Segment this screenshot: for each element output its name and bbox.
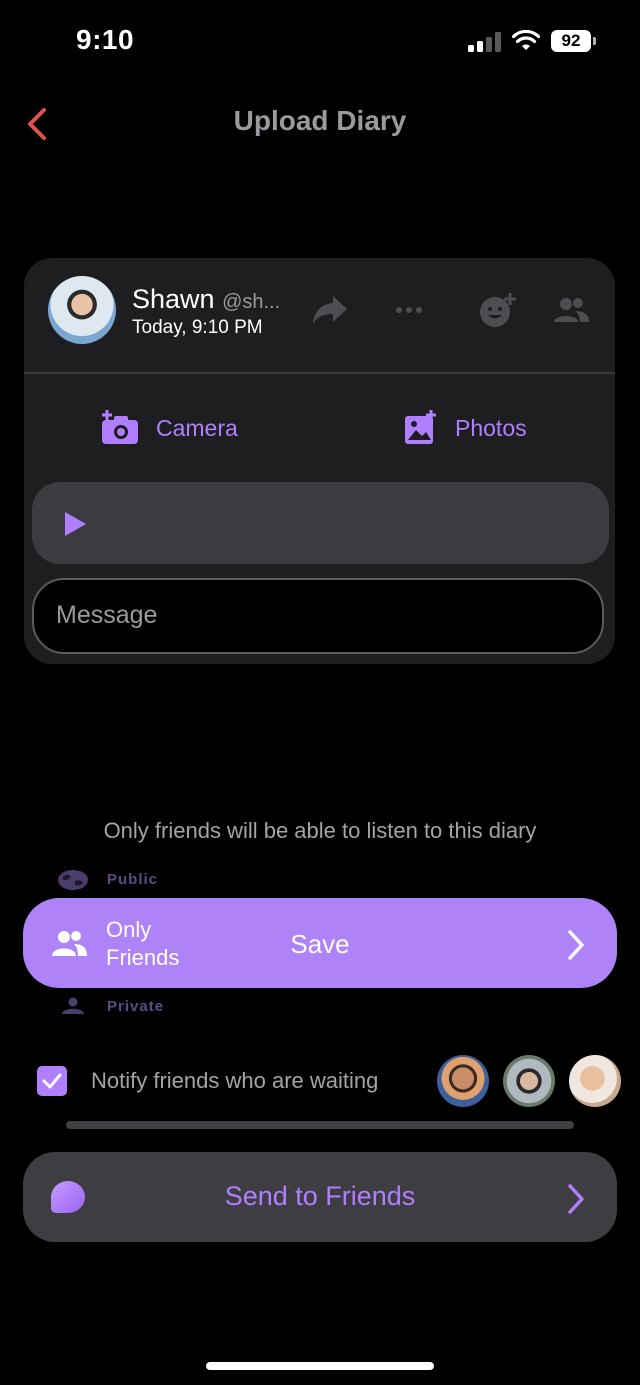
save-label: Save [290, 929, 350, 959]
user-name: Shawn [132, 284, 215, 314]
share-arrow-icon[interactable] [311, 292, 349, 328]
option-public[interactable]: Public [107, 871, 158, 888]
cellular-signal-icon [468, 32, 502, 52]
user-name-row: Shawn @sh... [132, 284, 280, 315]
add-camera-icon [102, 410, 138, 444]
checkmark-icon [42, 1073, 62, 1089]
privacy-note: Only friends will be able to listen to t… [103, 818, 537, 843]
chevron-right-icon [568, 930, 584, 960]
play-icon[interactable] [63, 511, 87, 537]
battery-level: 92 [551, 30, 591, 52]
photos-button[interactable]: Photos [403, 408, 527, 448]
page-title: Upload Diary [233, 105, 407, 136]
more-options-icon[interactable] [394, 292, 424, 328]
friend-avatar[interactable] [569, 1055, 621, 1107]
friend-avatar[interactable] [437, 1055, 489, 1107]
add-reaction-icon[interactable] [478, 292, 518, 328]
person-icon [62, 997, 84, 1014]
message-placeholder: Message [56, 601, 158, 629]
friends-icon[interactable] [551, 292, 591, 328]
friend-avatar[interactable] [503, 1055, 555, 1107]
send-label: Send to Friends [224, 1181, 416, 1211]
camera-button[interactable]: Camera [100, 408, 238, 448]
avatar[interactable] [48, 276, 116, 344]
add-photo-icon [405, 410, 436, 444]
chevron-right-icon [568, 1184, 584, 1214]
camera-label: Camera [156, 414, 238, 441]
battery-icon [593, 37, 596, 45]
status-time: 9:10 [76, 24, 135, 55]
notify-checkbox[interactable] [37, 1066, 67, 1096]
horizontal-scrollbar[interactable] [66, 1121, 574, 1129]
audio-player[interactable] [32, 482, 609, 564]
post-timestamp: Today, 9:10 PM [132, 317, 263, 338]
globe-icon [58, 870, 88, 890]
home-indicator[interactable] [206, 1362, 434, 1370]
user-handle: @sh... [222, 291, 281, 313]
option-private[interactable]: Private [107, 998, 164, 1015]
notify-label: Notify friends who are waiting [91, 1068, 379, 1093]
wifi-icon [512, 30, 540, 50]
card-divider [24, 372, 615, 374]
photos-label: Photos [455, 414, 527, 441]
